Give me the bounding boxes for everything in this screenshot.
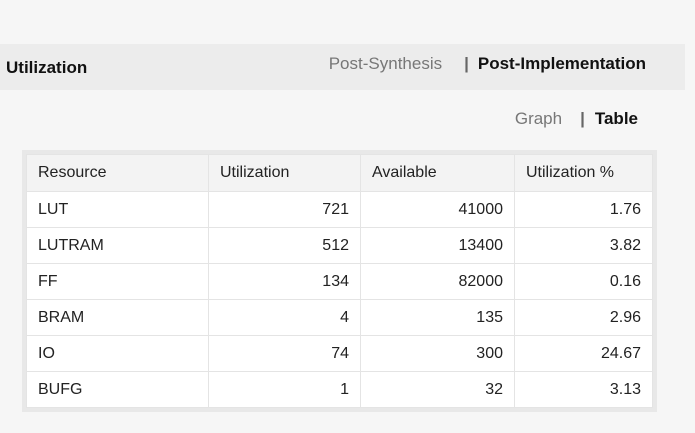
post-synthesis-tab[interactable]: Post-Synthesis bbox=[329, 54, 442, 74]
cell-resource: BRAM bbox=[26, 299, 209, 336]
cell-available: 41000 bbox=[360, 191, 515, 228]
cell-resource: LUT bbox=[26, 191, 209, 228]
cell-utilization: 721 bbox=[208, 191, 361, 228]
column-header-utilization[interactable]: Utilization bbox=[208, 154, 361, 192]
cell-resource: FF bbox=[26, 263, 209, 300]
column-header-utilization-percent[interactable]: Utilization % bbox=[514, 154, 653, 192]
cell-utilization: 1 bbox=[208, 371, 361, 408]
table-row[interactable]: LUTRAM 512 13400 3.82 bbox=[26, 227, 653, 264]
cell-available: 135 bbox=[360, 299, 515, 336]
column-header-available[interactable]: Available bbox=[360, 154, 515, 192]
table-header-row: Resource Utilization Available Utilizati… bbox=[26, 154, 653, 192]
view-switch: Graph | Table bbox=[515, 109, 638, 129]
graph-view-tab[interactable]: Graph bbox=[515, 109, 562, 129]
cell-utilization-percent: 3.13 bbox=[514, 371, 653, 408]
cell-available: 13400 bbox=[360, 227, 515, 264]
cell-utilization-percent: 24.67 bbox=[514, 335, 653, 372]
cell-utilization-percent: 1.76 bbox=[514, 191, 653, 228]
column-header-resource[interactable]: Resource bbox=[26, 154, 209, 192]
panel-title: Utilization bbox=[6, 58, 88, 77]
table-row[interactable]: BUFG 1 32 3.13 bbox=[26, 371, 653, 408]
utilization-table: Resource Utilization Available Utilizati… bbox=[26, 154, 653, 408]
utilization-header: Utilization Post-Synthesis | Post-Implem… bbox=[0, 44, 685, 90]
cell-utilization: 4 bbox=[208, 299, 361, 336]
separator: | bbox=[580, 109, 585, 128]
cell-utilization-percent: 2.96 bbox=[514, 299, 653, 336]
table-row[interactable]: FF 134 82000 0.16 bbox=[26, 263, 653, 300]
utilization-table-container: Resource Utilization Available Utilizati… bbox=[22, 150, 657, 412]
cell-utilization: 134 bbox=[208, 263, 361, 300]
cell-utilization: 512 bbox=[208, 227, 361, 264]
table-row[interactable]: BRAM 4 135 2.96 bbox=[26, 299, 653, 336]
cell-utilization-percent: 3.82 bbox=[514, 227, 653, 264]
cell-resource: LUTRAM bbox=[26, 227, 209, 264]
cell-available: 32 bbox=[360, 371, 515, 408]
post-implementation-tab[interactable]: Post-Implementation bbox=[478, 54, 646, 74]
cell-utilization: 74 bbox=[208, 335, 361, 372]
cell-available: 300 bbox=[360, 335, 515, 372]
cell-resource: IO bbox=[26, 335, 209, 372]
stage-switch: Post-Synthesis | Post-Implementation bbox=[329, 54, 646, 74]
table-row[interactable]: IO 74 300 24.67 bbox=[26, 335, 653, 372]
cell-resource: BUFG bbox=[26, 371, 209, 408]
table-row[interactable]: LUT 721 41000 1.76 bbox=[26, 191, 653, 228]
cell-utilization-percent: 0.16 bbox=[514, 263, 653, 300]
cell-available: 82000 bbox=[360, 263, 515, 300]
table-view-tab[interactable]: Table bbox=[595, 109, 638, 129]
separator: | bbox=[464, 54, 469, 73]
utilization-panel: Utilization Post-Synthesis | Post-Implem… bbox=[0, 0, 695, 433]
